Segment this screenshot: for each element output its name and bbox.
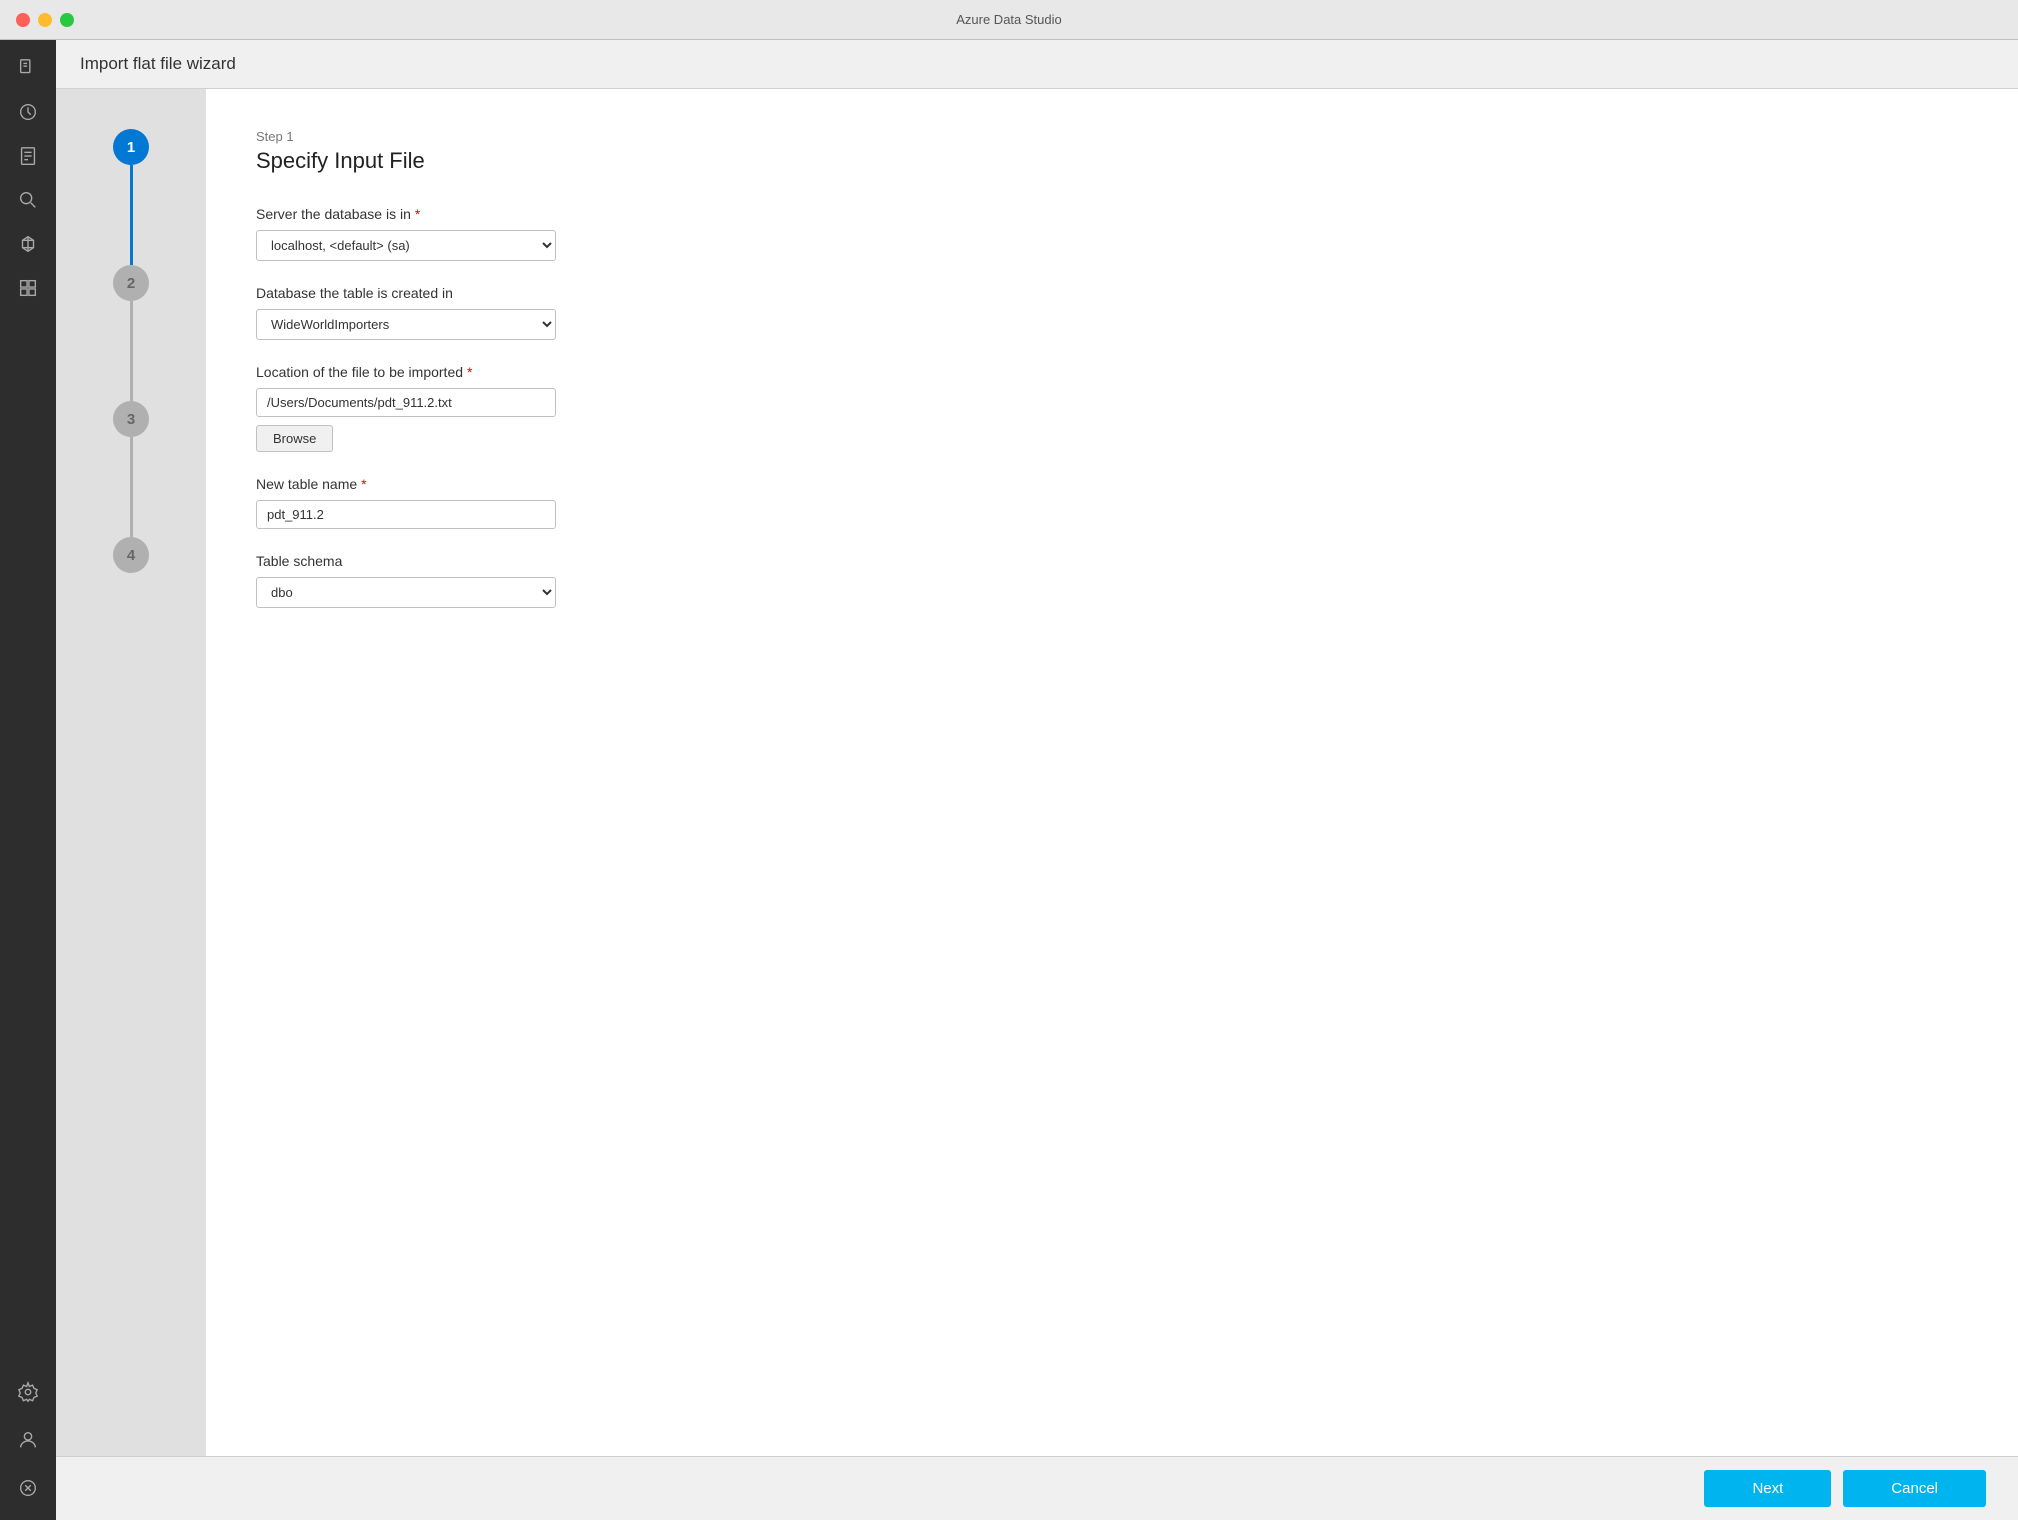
sidebar-icon-settings[interactable] — [8, 1372, 48, 1412]
server-select[interactable]: localhost, <default> (sa) — [256, 230, 556, 261]
wizard-body: 1 2 3 4 Step 1 Specify Input File — [56, 89, 2018, 1456]
database-field-label: Database the table is created in — [256, 285, 1968, 301]
database-field-section: Database the table is created in WideWor… — [256, 285, 1968, 340]
step-circle-4: 4 — [113, 537, 149, 573]
wizard-header: Import flat file wizard — [56, 40, 2018, 89]
sidebar-icon-search[interactable] — [8, 180, 48, 220]
step-item-2: 2 — [113, 265, 149, 401]
title-bar: Azure Data Studio — [0, 0, 2018, 40]
close-button[interactable] — [16, 13, 30, 27]
location-required-star: * — [467, 364, 472, 380]
step-connector-3-4 — [130, 437, 133, 537]
step-item-3: 3 — [113, 401, 149, 537]
location-input[interactable] — [256, 388, 556, 417]
step-circle-1: 1 — [113, 129, 149, 165]
table-name-input[interactable] — [256, 500, 556, 529]
step-title: Specify Input File — [256, 148, 1968, 174]
minimize-button[interactable] — [38, 13, 52, 27]
sidebar-icon-error[interactable] — [8, 1468, 48, 1508]
sidebar-icon-user[interactable] — [8, 1420, 48, 1460]
sidebar-bottom — [8, 1372, 48, 1520]
step-item-4: 4 — [113, 537, 149, 573]
sidebar-icon-history[interactable] — [8, 92, 48, 132]
database-select[interactable]: WideWorldImporters — [256, 309, 556, 340]
window-title: Azure Data Studio — [956, 12, 1062, 27]
wizard-title: Import flat file wizard — [80, 54, 236, 73]
step-connector-1-2 — [130, 165, 133, 265]
schema-field-section: Table schema dbo — [256, 553, 1968, 608]
sidebar — [0, 40, 56, 1520]
table-name-field-label: New table name * — [256, 476, 1968, 492]
step-label: Step 1 — [256, 129, 1968, 144]
schema-field-label: Table schema — [256, 553, 1968, 569]
server-field-label: Server the database is in * — [256, 206, 1968, 222]
wizard-content: Step 1 Specify Input File Server the dat… — [206, 89, 2018, 1456]
schema-select[interactable]: dbo — [256, 577, 556, 608]
sidebar-icon-files[interactable] — [8, 48, 48, 88]
sidebar-icon-grid[interactable] — [8, 268, 48, 308]
browse-button[interactable]: Browse — [256, 425, 333, 452]
cancel-button[interactable]: Cancel — [1843, 1470, 1986, 1507]
table-name-required-star: * — [361, 476, 366, 492]
main-area: Import flat file wizard 1 2 3 4 — [56, 40, 2018, 1520]
server-field-section: Server the database is in * localhost, <… — [256, 206, 1968, 261]
window-controls — [16, 13, 74, 27]
location-field-label: Location of the file to be imported * — [256, 364, 1968, 380]
location-field-section: Location of the file to be imported * Br… — [256, 364, 1968, 452]
sidebar-icon-document[interactable] — [8, 136, 48, 176]
server-required-star: * — [415, 206, 420, 222]
table-name-field-section: New table name * — [256, 476, 1968, 529]
maximize-button[interactable] — [60, 13, 74, 27]
step-circle-3: 3 — [113, 401, 149, 437]
step-circle-2: 2 — [113, 265, 149, 301]
next-button[interactable]: Next — [1704, 1470, 1831, 1507]
sidebar-icon-extensions[interactable] — [8, 224, 48, 264]
steps-sidebar: 1 2 3 4 — [56, 89, 206, 1456]
step-item-1: 1 — [113, 129, 149, 265]
step-connector-2-3 — [130, 301, 133, 401]
wizard-footer: Next Cancel — [56, 1456, 2018, 1520]
app-layout: Import flat file wizard 1 2 3 4 — [0, 40, 2018, 1520]
